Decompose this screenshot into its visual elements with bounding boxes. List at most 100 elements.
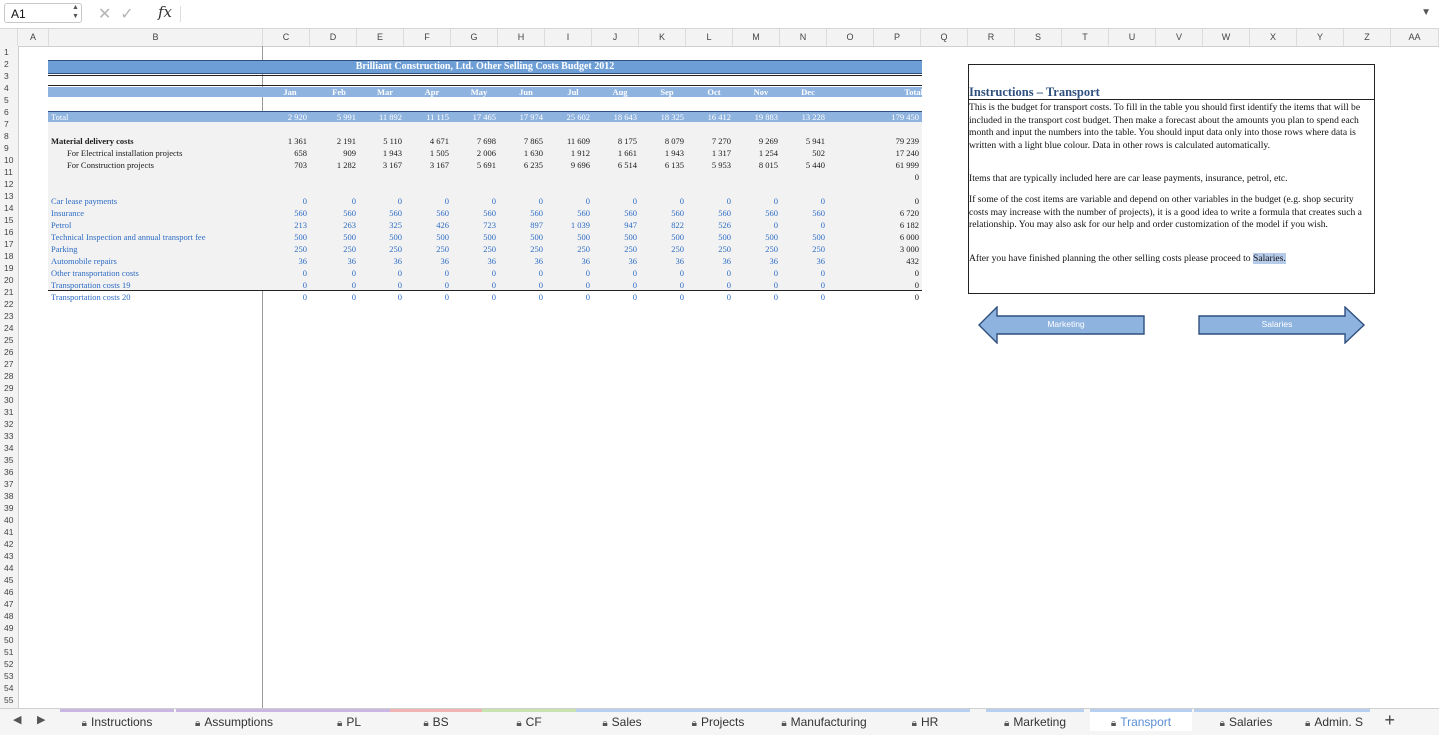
- value-cell[interactable]: 250: [456, 243, 496, 255]
- value-cell[interactable]: 1 505: [409, 147, 449, 159]
- row-label[interactable]: For Electrical installation projects: [67, 147, 182, 159]
- value-cell[interactable]: 500: [503, 231, 543, 243]
- tab-salaries[interactable]: 🔒︎ Salaries: [1194, 709, 1298, 731]
- value-cell[interactable]: 0: [738, 219, 778, 231]
- row-label[interactable]: Car lease payments: [51, 195, 117, 207]
- value-cell[interactable]: 1 254: [738, 147, 778, 159]
- value-cell[interactable]: 5 941: [785, 135, 825, 147]
- row-header[interactable]: 8: [0, 130, 18, 142]
- value-cell[interactable]: 560: [409, 207, 449, 219]
- value-cell[interactable]: 0: [597, 279, 637, 291]
- value-cell[interactable]: 0: [597, 267, 637, 279]
- tab-scroll-left-icon[interactable]: ◀: [13, 713, 21, 726]
- value-cell[interactable]: 2 006: [456, 147, 496, 159]
- value-cell[interactable]: 250: [409, 243, 449, 255]
- value-cell[interactable]: 3 167: [409, 159, 449, 171]
- row-header[interactable]: 9: [0, 142, 18, 154]
- row-header[interactable]: 53: [0, 670, 18, 682]
- value-cell[interactable]: [503, 171, 543, 183]
- row-header[interactable]: 10: [0, 154, 18, 166]
- row-header[interactable]: 16: [0, 226, 18, 238]
- value-cell[interactable]: 36: [785, 255, 826, 267]
- value-cell[interactable]: 1 039: [550, 219, 590, 231]
- value-cell[interactable]: 0: [550, 279, 590, 291]
- value-cell[interactable]: 947: [597, 219, 637, 231]
- value-cell[interactable]: [267, 171, 307, 183]
- row-header[interactable]: 43: [0, 550, 18, 562]
- value-cell[interactable]: 0: [738, 291, 778, 303]
- value-cell[interactable]: 250: [738, 243, 778, 255]
- total-cell[interactable]: 17 465: [456, 112, 496, 122]
- column-header[interactable]: Z: [1344, 29, 1391, 46]
- value-cell[interactable]: 703: [267, 159, 307, 171]
- value-cell[interactable]: 0: [691, 267, 731, 279]
- value-cell[interactable]: 36: [644, 255, 685, 267]
- value-cell[interactable]: 0: [362, 291, 402, 303]
- row-header[interactable]: 1: [0, 46, 18, 58]
- value-cell[interactable]: 36: [316, 255, 357, 267]
- row-header[interactable]: 48: [0, 610, 18, 622]
- add-sheet-button[interactable]: +: [1384, 710, 1395, 731]
- row-total-cell[interactable]: 17 240: [875, 147, 919, 159]
- value-cell[interactable]: 560: [316, 207, 356, 219]
- value-cell[interactable]: 250: [362, 243, 402, 255]
- column-header[interactable]: P: [874, 29, 921, 46]
- value-cell[interactable]: 909: [316, 147, 356, 159]
- value-cell[interactable]: 0: [316, 267, 356, 279]
- value-cell[interactable]: 0: [503, 279, 543, 291]
- value-cell[interactable]: 0: [785, 219, 825, 231]
- tab-hr[interactable]: 🔒︎ HR: [880, 709, 970, 731]
- total-cell[interactable]: 16 412: [691, 112, 731, 122]
- value-cell[interactable]: 500: [597, 231, 637, 243]
- value-cell[interactable]: 0: [503, 291, 543, 303]
- value-cell[interactable]: 250: [267, 243, 307, 255]
- value-cell[interactable]: 0: [738, 195, 778, 207]
- value-cell[interactable]: 0: [362, 279, 402, 291]
- value-cell[interactable]: 0: [409, 267, 449, 279]
- row-header[interactable]: 11: [0, 166, 18, 178]
- row-header[interactable]: 38: [0, 490, 18, 502]
- value-cell[interactable]: 36: [503, 255, 544, 267]
- value-cell[interactable]: 0: [785, 279, 825, 291]
- tab-scroll-right-icon[interactable]: ▶: [37, 713, 45, 726]
- column-header[interactable]: D: [310, 29, 357, 46]
- fx-icon[interactable]: fx: [158, 3, 172, 21]
- row-header[interactable]: 42: [0, 538, 18, 550]
- tab-pl[interactable]: 🔒︎ PL: [292, 709, 406, 731]
- row-header[interactable]: 12: [0, 178, 18, 190]
- total-cell[interactable]: 11 892: [362, 112, 402, 122]
- value-cell[interactable]: [644, 171, 684, 183]
- value-cell[interactable]: 822: [644, 219, 684, 231]
- value-cell[interactable]: 723: [456, 219, 496, 231]
- row-label[interactable]: Other transportation costs: [51, 267, 139, 279]
- value-cell[interactable]: 0: [456, 279, 496, 291]
- tab-sales[interactable]: 🔒︎ Sales: [576, 709, 668, 731]
- row-header[interactable]: 19: [0, 262, 18, 274]
- row-header[interactable]: 39: [0, 502, 18, 514]
- total-cell[interactable]: 13 228: [785, 112, 825, 122]
- column-header[interactable]: T: [1062, 29, 1109, 46]
- value-cell[interactable]: 250: [316, 243, 356, 255]
- column-header[interactable]: S: [1015, 29, 1062, 46]
- row-header[interactable]: 17: [0, 238, 18, 250]
- tab-assumptions[interactable]: 🔒︎ Assumptions: [176, 709, 292, 731]
- value-cell[interactable]: 325: [362, 219, 402, 231]
- row-header[interactable]: 15: [0, 214, 18, 226]
- row-label[interactable]: Automobile repairs: [51, 255, 117, 267]
- value-cell[interactable]: 0: [550, 291, 590, 303]
- value-cell[interactable]: 0: [738, 267, 778, 279]
- value-cell[interactable]: 36: [738, 255, 779, 267]
- column-header[interactable]: Y: [1297, 29, 1344, 46]
- value-cell[interactable]: 0: [738, 279, 778, 291]
- back-marketing-button[interactable]: Marketing: [978, 305, 1146, 345]
- value-cell[interactable]: 560: [785, 207, 825, 219]
- row-header[interactable]: 35: [0, 454, 18, 466]
- total-cell[interactable]: 11 115: [409, 112, 449, 122]
- value-cell[interactable]: [597, 171, 637, 183]
- name-box-stepper-icon[interactable]: ▲ ▼: [72, 3, 79, 21]
- column-header[interactable]: J: [592, 29, 639, 46]
- value-cell[interactable]: [316, 171, 356, 183]
- value-cell[interactable]: 250: [785, 243, 825, 255]
- value-cell[interactable]: 250: [644, 243, 684, 255]
- value-cell[interactable]: 4 671: [409, 135, 449, 147]
